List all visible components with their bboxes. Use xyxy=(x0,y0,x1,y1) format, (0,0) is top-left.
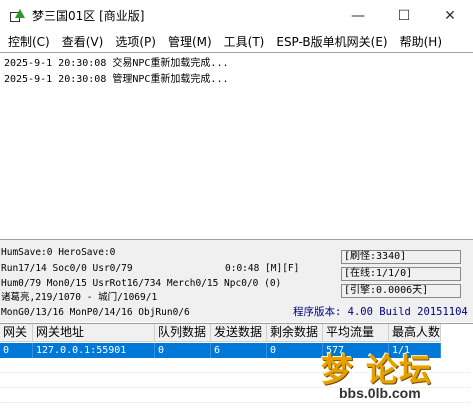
menu-control[interactable]: 控制(C) xyxy=(2,33,56,50)
table-header: 网关 网关地址 队列数据 发送数据 剩余数据 平均流量 最高人数 xyxy=(0,324,441,342)
column-header[interactable]: 剩余数据 xyxy=(267,324,323,342)
status-timer: 0:0:48 [M][F] xyxy=(225,263,300,274)
table-cell: 127.0.0.1:55901 xyxy=(33,343,155,358)
column-header[interactable]: 最高人数 xyxy=(389,324,441,342)
column-header[interactable]: 队列数据 xyxy=(155,324,211,342)
app-icon xyxy=(10,8,25,23)
engine-box: [引擎:0.0006天] xyxy=(341,284,461,298)
status-player: 诸葛亮,219/1070 - 城门/1069/1 xyxy=(1,292,158,303)
table-cell: 0 xyxy=(0,343,33,358)
watermark-url: bbs.0lb.com xyxy=(339,385,421,401)
menu-gateway[interactable]: ESP-B版单机网关(E) xyxy=(270,33,393,50)
refresh-monster-box: [刷怪:3340] xyxy=(341,250,461,264)
maximize-button[interactable]: ☐ xyxy=(381,0,427,31)
status-hum: Hum0/79 Mon0/15 UsrRot16/734 Merch0/15 N… xyxy=(1,278,282,289)
close-button[interactable]: ✕ xyxy=(427,0,473,31)
title-bar: 梦三国01区 [商业版] — ☐ ✕ xyxy=(0,0,473,31)
watermark-logo: 梦 论坛 bbs.0lb.com xyxy=(311,345,461,405)
column-header[interactable]: 发送数据 xyxy=(211,324,267,342)
menu-manage[interactable]: 管理(M) xyxy=(162,33,218,50)
log-line: 2025-9-1 20:30:08 管理NPC重新加载完成... xyxy=(4,74,229,85)
column-header[interactable]: 网关 xyxy=(0,324,33,342)
column-header[interactable]: 网关地址 xyxy=(33,324,155,342)
menu-help[interactable]: 帮助(H) xyxy=(394,33,448,50)
window-title: 梦三国01区 [商业版] xyxy=(32,9,145,23)
status-save: HumSave:0 HeroSave:0 xyxy=(1,247,116,258)
status-mon: MonG0/13/16 MonP0/14/16 ObjRun0/6 xyxy=(1,307,190,318)
menu-tools[interactable]: 工具(T) xyxy=(218,33,271,50)
column-header[interactable]: 平均流量 xyxy=(323,324,389,342)
minimize-button[interactable]: — xyxy=(335,0,381,31)
online-box: [在线:1/1/0] xyxy=(341,267,461,281)
log-line: 2025-9-1 20:30:08 交易NPC重新加载完成... xyxy=(4,58,229,69)
table-cell: 0 xyxy=(155,343,211,358)
menu-bar: 控制(C) 查看(V) 选项(P) 管理(M) 工具(T) ESP-B版单机网关… xyxy=(0,31,473,51)
program-version: 程序版本: 4.00 Build 20151104 xyxy=(293,306,468,318)
menu-view[interactable]: 查看(V) xyxy=(56,33,110,50)
menu-options[interactable]: 选项(P) xyxy=(109,33,162,50)
status-run: Run17/14 Soc0/0 Usr0/79 xyxy=(1,263,133,274)
log-panel[interactable]: 2025-9-1 20:30:08 交易NPC重新加载完成... 2025-9-… xyxy=(0,52,473,240)
table-cell: 6 xyxy=(211,343,267,358)
